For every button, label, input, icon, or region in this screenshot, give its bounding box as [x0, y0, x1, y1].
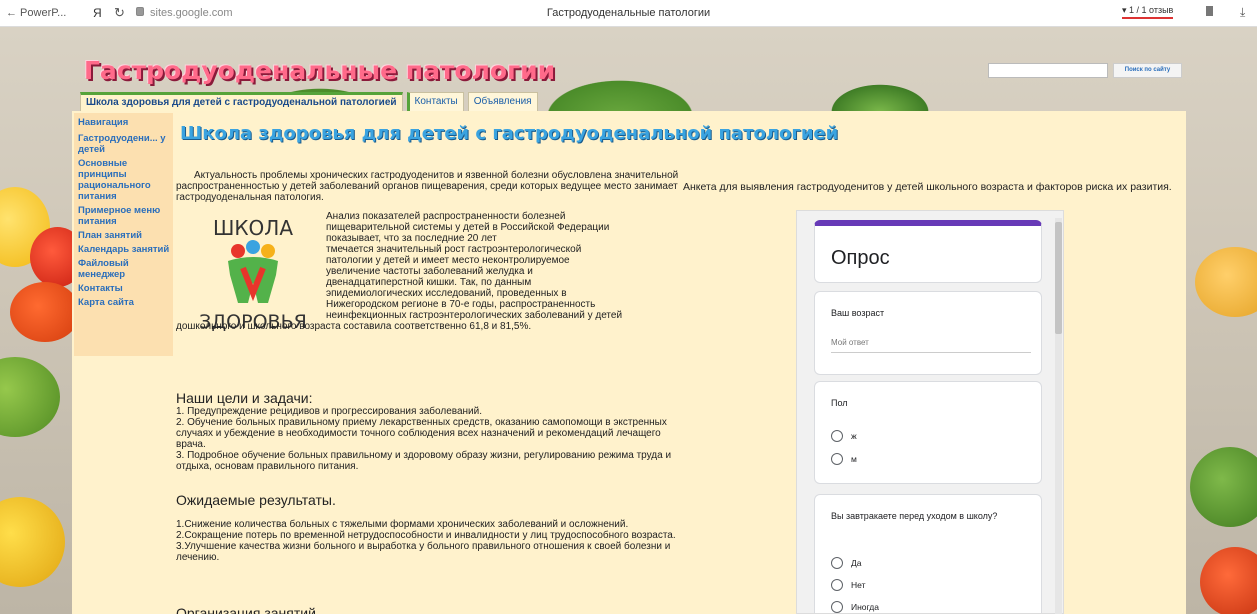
embedded-survey-form[interactable]: Опрос Ваш возраст Мой ответ Пол ж м Вы з… [796, 210, 1064, 614]
analysis-line: тмечается значительный рост гастроэнтеро… [326, 244, 582, 255]
results-list: 1.Снижение количества больных с тяжелыми… [176, 519, 681, 563]
apple-image [0, 357, 60, 437]
analysis-line: увеличение частоты заболеваний желудка и [326, 266, 533, 277]
result-item: 2.Сокращение потерь по временной нетрудо… [176, 530, 676, 541]
option-label: Иногда [851, 602, 879, 612]
top-tabs: Школа здоровья для детей с гастродуодена… [80, 92, 542, 111]
radio-option-male[interactable]: м [831, 453, 857, 465]
reviews-button[interactable]: ▾ 1 / 1 отзыв [1122, 5, 1174, 19]
radio-option-female[interactable]: ж [831, 430, 857, 442]
analysis-line: Анализ показателей распространенности бо… [326, 211, 566, 222]
next-section-heading: Организация занятий [176, 605, 316, 614]
search-input[interactable] [988, 63, 1108, 78]
tomato-image [1200, 547, 1257, 614]
radio-button-icon[interactable] [831, 557, 843, 569]
radio-option-sometimes[interactable]: Иногда [831, 601, 879, 613]
sidebar-item-plan[interactable]: План занятий [78, 230, 172, 241]
question-label: Вы завтракаете перед уходом в школу? [831, 511, 998, 521]
goal-item: 2. Обучение больных правильному приему л… [176, 417, 667, 450]
radio-option-no[interactable]: Нет [831, 579, 865, 591]
sidebar-item-sitemap[interactable]: Карта сайта [78, 297, 172, 308]
option-label: м [851, 454, 857, 464]
search-button[interactable]: Поиск по сайту [1113, 63, 1182, 78]
logo-figure-head [246, 240, 260, 254]
goal-item: 3. Подробное обучение больных правильном… [176, 450, 672, 472]
greens-image [1190, 447, 1257, 527]
analysis-line: пищеварительной системы у детей в Россий… [326, 222, 610, 233]
goal-item: 1. Предупреждение рецидивов и прогрессир… [176, 406, 483, 417]
option-label: Да [851, 558, 862, 568]
question-label: Пол [831, 398, 848, 408]
sidebar-item-contacts[interactable]: Контакты [78, 283, 172, 294]
question-label: Ваш возраст [831, 308, 885, 318]
age-answer-input[interactable]: Мой ответ [831, 338, 869, 347]
question-card-gender: Пол ж м [814, 381, 1042, 484]
page-tab-title: Гастродуоденальные патологии [546, 7, 711, 19]
sidebar-item-menu[interactable]: Примерное меню питания [78, 205, 172, 227]
radio-button-icon[interactable] [831, 579, 843, 591]
scrollbar-thumb[interactable] [1055, 222, 1062, 334]
question-card-age: Ваш возраст Мой ответ [814, 291, 1042, 375]
browser-toolbar: ← PowerP... Я ↻ sites.google.com Гастрод… [0, 0, 1257, 27]
health-school-logo: ШКОЛА ЗДОРОВЬЯ [199, 216, 307, 333]
logo-figure-head [231, 244, 245, 258]
sidebar-item-calendar[interactable]: Календарь занятий [78, 244, 172, 255]
question-card-breakfast: Вы завтракаете перед уходом в школу? Да … [814, 494, 1042, 613]
form-title-card: Опрос [814, 220, 1042, 283]
analysis-line: двенадцатиперстной кишки. Так, по данным [326, 277, 532, 288]
bookmark-icon[interactable] [1206, 6, 1213, 16]
analysis-line: показывает, что за последние 20 лет [326, 233, 497, 244]
download-icon[interactable]: ⤓ [1240, 5, 1245, 20]
lemon-image [0, 497, 65, 587]
intro-text: Актуальность проблемы хронических гастро… [176, 170, 679, 203]
page-title: Школа здоровья для детей с гастродуодена… [180, 123, 839, 144]
survey-caption: Анкета для выявления гастродуоденитов у … [683, 181, 1172, 193]
site-title[interactable]: Гастродуоденальные патологии [84, 56, 555, 85]
option-label: ж [851, 431, 857, 441]
logo-text-top: ШКОЛА [213, 216, 293, 240]
answer-underline [831, 352, 1031, 353]
analysis-paragraph: Анализ показателей распространенности бо… [176, 211, 686, 332]
option-label: Нет [851, 580, 866, 590]
analysis-line: Нижегородском регионе в 70-е годы, распр… [326, 299, 596, 310]
results-heading: Ожидаемые результаты. [176, 492, 336, 508]
analysis-line: дошкольного и школьного возраста состави… [176, 321, 532, 332]
radio-option-yes[interactable]: Да [831, 557, 861, 569]
goals-list: 1. Предупреждение рецидивов и прогрессир… [176, 406, 681, 472]
result-item: 3.Улучшение качества жизни больного и вы… [176, 541, 671, 563]
radio-button-icon[interactable] [831, 430, 843, 442]
radio-button-icon[interactable] [831, 453, 843, 465]
form-title: Опрос [831, 247, 890, 269]
sidebar-item-nutrition[interactable]: Основные принципы рационального питания [78, 158, 172, 202]
tab-announcements[interactable]: Объявления [467, 92, 538, 111]
radio-button-icon[interactable] [831, 601, 843, 613]
orange-image [1195, 247, 1257, 317]
result-item: 1.Снижение количества больных с тяжелыми… [176, 519, 629, 530]
goals-heading: Наши цели и задачи: [176, 390, 313, 406]
logo-figure-head [261, 244, 275, 258]
analysis-line: патологии у детей и имеет место неконтро… [326, 255, 570, 266]
sidebar-item-files[interactable]: Файловый менеджер [78, 258, 172, 280]
orange-image [10, 282, 80, 342]
analysis-line: эпидемиологических исследований, проведе… [326, 288, 567, 299]
sidebar-item-gastroduodenitis[interactable]: Гастродуодени... у детей [78, 133, 172, 155]
form-scrollbar[interactable] [1055, 218, 1062, 614]
analysis-line: неинфекционных гастроэнтерологических за… [326, 310, 623, 321]
tab-school[interactable]: Школа здоровья для детей с гастродуодена… [80, 92, 403, 111]
tab-contacts[interactable]: Контакты [406, 92, 464, 111]
intro-paragraph: Актуальность проблемы хронических гастро… [176, 170, 681, 203]
sidebar-navigation: Навигация Гастродуодени... у детей Основ… [74, 113, 173, 356]
sidebar-heading: Навигация [78, 117, 129, 128]
